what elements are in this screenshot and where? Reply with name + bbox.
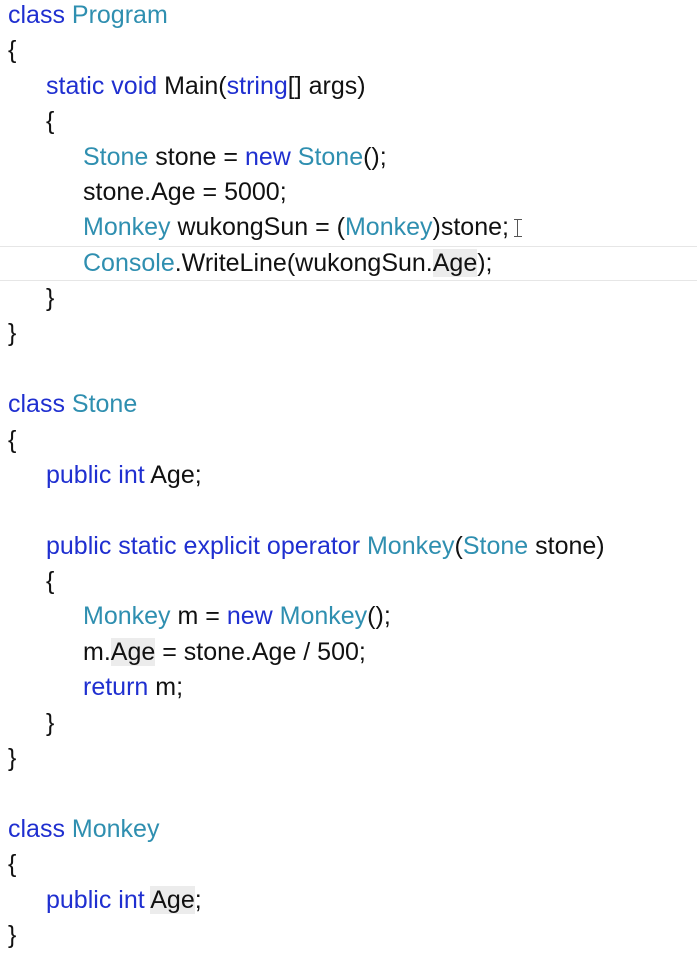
code-line[interactable]: Monkey m = new Monkey();: [0, 599, 391, 634]
text-token: Age: [150, 885, 195, 914]
code-line[interactable]: class Stone: [0, 387, 137, 422]
text-token: }: [8, 319, 17, 348]
code-line[interactable]: }: [0, 918, 16, 953]
text-token: (: [454, 531, 463, 560]
text-token: m =: [170, 602, 227, 631]
code-line[interactable]: [0, 776, 8, 811]
code-line[interactable]: Monkey wukongSun = (Monkey)stone;: [0, 210, 509, 245]
code-line[interactable]: stone.Age = 5000;: [0, 175, 287, 210]
type-token: Monkey: [279, 602, 368, 631]
code-line[interactable]: {: [0, 104, 54, 139]
code-line[interactable]: class Program: [0, 0, 168, 33]
type-token: Monkey: [83, 602, 171, 631]
text-token: ;: [194, 885, 202, 914]
code-line[interactable]: public int Age;: [0, 883, 202, 918]
code-line[interactable]: m.Age = stone.Age / 500;: [0, 635, 366, 670]
code-line[interactable]: [0, 352, 8, 387]
text-token: Age: [110, 637, 156, 666]
text-token: m;: [155, 673, 184, 702]
text-token: wukongSun = (: [170, 213, 345, 242]
type-token: Monkey: [366, 531, 455, 560]
keyword-token: public int: [46, 460, 151, 489]
keyword-token: string: [226, 71, 288, 100]
keyword-token: class: [8, 1, 72, 29]
type-token: Stone: [83, 142, 149, 171]
code-line[interactable]: [0, 493, 8, 528]
text-token: {: [8, 850, 17, 879]
text-token: }: [8, 920, 17, 949]
type-token: Stone: [297, 142, 364, 171]
text-token: {: [46, 567, 55, 596]
text-token: }: [8, 743, 17, 772]
code-editor[interactable]: class Program { static void Main(string[] …: [0, 0, 697, 972]
type-token: Stone: [71, 390, 138, 419]
text-token: )stone;: [432, 213, 509, 242]
text-ibeam-icon: [514, 218, 522, 238]
type-token: Monkey: [344, 213, 433, 242]
text-token: m.: [83, 637, 111, 666]
code-line[interactable]: }: [0, 741, 16, 776]
type-token: Stone: [462, 531, 529, 560]
code-line[interactable]: {: [0, 847, 16, 882]
text-token: }: [46, 708, 55, 737]
keyword-token: return: [83, 673, 156, 702]
text-token: stone.Age = 5000;: [83, 177, 287, 206]
code-line[interactable]: {: [0, 564, 54, 599]
text-token: {: [8, 36, 17, 65]
text-token: stone): [528, 531, 605, 560]
keyword-token: public int: [46, 885, 151, 914]
keyword-token: static void: [46, 71, 165, 100]
keyword-token: public static explicit operator: [46, 531, 367, 560]
text-token: ();: [363, 142, 387, 171]
keyword-token: class: [8, 814, 72, 843]
code-line[interactable]: static void Main(string[] args): [0, 69, 366, 104]
keyword-token: new: [244, 142, 298, 171]
text-token: );: [477, 248, 493, 277]
keyword-token: new: [226, 602, 280, 631]
type-token: Console: [83, 248, 175, 277]
type-token: Monkey: [71, 814, 160, 843]
code-line[interactable]: {: [0, 33, 16, 68]
text-token: Age: [432, 248, 478, 277]
text-token: {: [46, 107, 55, 136]
text-token: .WriteLine(wukongSun.: [174, 248, 433, 277]
code-line[interactable]: public int Age;: [0, 458, 202, 493]
text-token: = stone.Age / 500;: [155, 637, 366, 666]
text-token: [] args): [287, 71, 366, 100]
text-token: {: [8, 425, 17, 454]
text-token: }: [46, 284, 55, 313]
code-line[interactable]: {: [0, 423, 16, 458]
type-token: Program: [71, 1, 168, 29]
code-line[interactable]: class Monkey: [0, 812, 159, 847]
code-line[interactable]: Console.WriteLine(wukongSun.Age);: [0, 246, 493, 281]
code-line[interactable]: }: [0, 316, 16, 351]
keyword-token: class: [8, 390, 72, 419]
code-line[interactable]: public static explicit operator Monkey(S…: [0, 529, 605, 564]
code-line[interactable]: }: [0, 706, 54, 741]
text-token: stone =: [148, 142, 245, 171]
text-token: ();: [367, 602, 391, 631]
type-token: Monkey: [83, 213, 171, 242]
code-line[interactable]: }: [0, 281, 54, 316]
text-token: Age;: [150, 460, 202, 489]
code-line[interactable]: return m;: [0, 670, 183, 705]
code-line[interactable]: Stone stone = new Stone();: [0, 140, 387, 175]
text-token: Main(: [164, 71, 227, 100]
